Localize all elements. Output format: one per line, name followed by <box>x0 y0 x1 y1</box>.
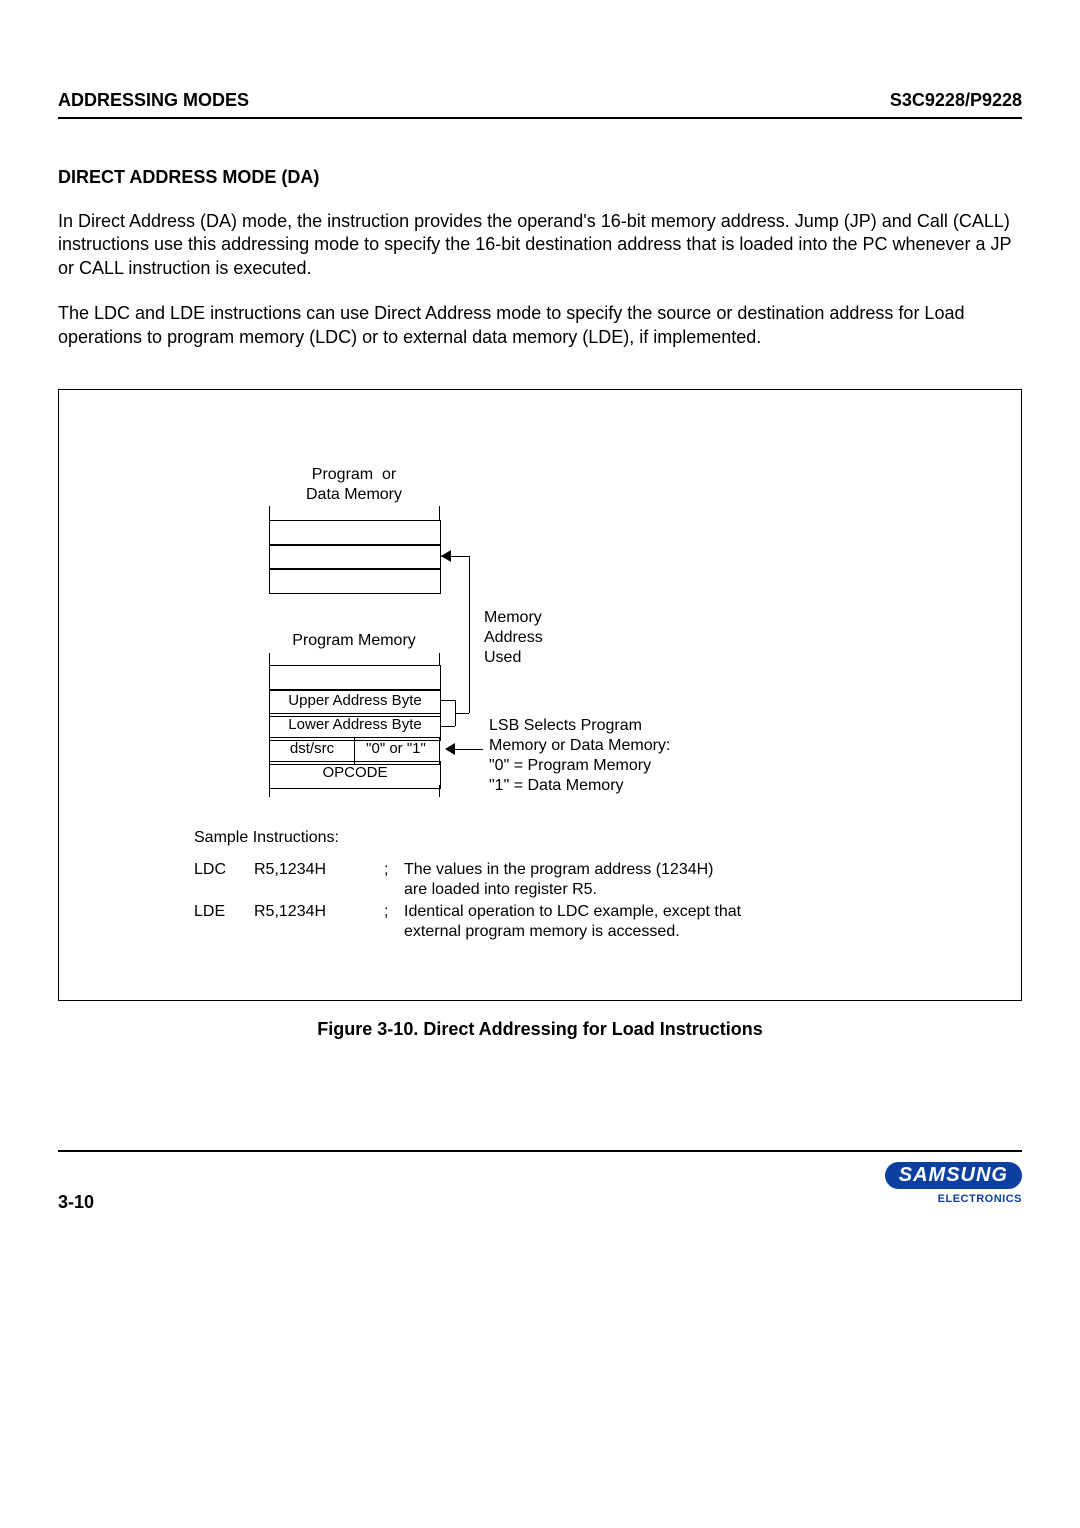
data-memory-cell <box>269 568 441 594</box>
paragraph-2: The LDC and LDE instructions can use Dir… <box>58 302 1022 349</box>
sample2-mnemonic: LDE <box>194 902 225 922</box>
section-title: DIRECT ADDRESS MODE (DA) <box>58 167 1022 188</box>
diagram-line <box>455 749 483 750</box>
paragraph-1: In Direct Address (DA) mode, the instruc… <box>58 210 1022 280</box>
samsung-wordmark: SAMSUNG <box>885 1162 1022 1189</box>
sample1-mnemonic: LDC <box>194 860 226 880</box>
sample-instructions-header: Sample Instructions: <box>194 828 339 848</box>
label-program-or-data-memory: Program or Data Memory <box>269 465 439 505</box>
diagram-line <box>455 713 469 714</box>
diagram-line <box>269 506 270 520</box>
samsung-subtext: ELECTRONICS <box>885 1193 1022 1205</box>
diagram-line <box>469 556 470 713</box>
header-right: S3C9228/P9228 <box>890 90 1022 111</box>
label-memory-address-used: Memory Address Used <box>484 608 543 668</box>
sample2-comment: Identical operation to LDC example, exce… <box>404 902 741 942</box>
diagram-line <box>441 700 455 701</box>
figure-frame: Program or Data Memory Program Memory Up… <box>58 389 1022 1001</box>
page-header: ADDRESSING MODES S3C9228/P9228 <box>58 90 1022 119</box>
data-memory-cell <box>269 544 441 570</box>
arrowhead-icon <box>441 550 451 562</box>
diagram-line <box>439 653 440 665</box>
sample2-semi: ; <box>384 902 388 922</box>
samsung-logo: SAMSUNG ELECTRONICS <box>885 1162 1022 1205</box>
figure-caption: Figure 3-10. Direct Addressing for Load … <box>58 1019 1022 1040</box>
opcode-cell: OPCODE <box>269 761 441 789</box>
header-left: ADDRESSING MODES <box>58 90 249 111</box>
label-program-memory: Program Memory <box>269 631 439 651</box>
page-number: 3-10 <box>58 1192 94 1213</box>
sample1-semi: ; <box>384 860 388 880</box>
data-memory-cell <box>269 520 441 546</box>
label-lsb-selects: LSB Selects Program Memory or Data Memor… <box>489 716 670 796</box>
diagram-line <box>439 785 440 797</box>
diagram-line <box>269 785 270 797</box>
diagram-line <box>269 653 270 665</box>
sample1-operand: R5,1234H <box>254 860 326 880</box>
arrowhead-icon <box>445 743 455 755</box>
prog-mem-cell-top <box>269 665 441 691</box>
diagram-line <box>441 726 455 727</box>
sample1-comment: The values in the program address (1234H… <box>404 860 714 900</box>
sample2-operand: R5,1234H <box>254 902 326 922</box>
diagram-line <box>439 506 440 520</box>
page-footer: 3-10 SAMSUNG ELECTRONICS <box>58 1150 1022 1213</box>
